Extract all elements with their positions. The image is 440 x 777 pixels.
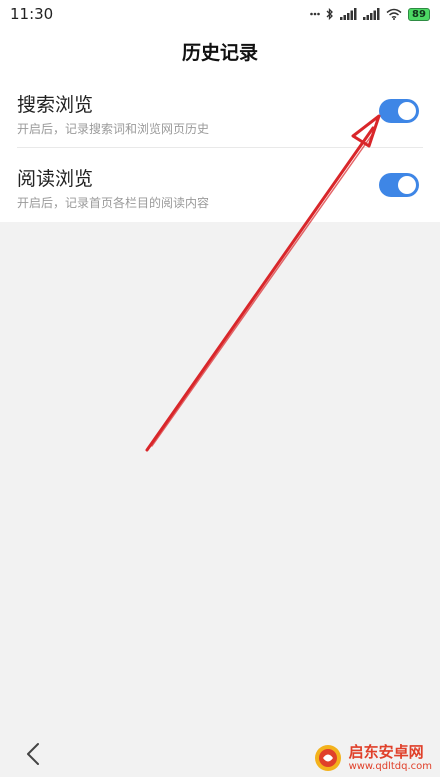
toggle-knob [398,176,416,194]
search-history-toggle[interactable] [379,99,419,123]
setting-description: 开启后，记录首页各栏目的阅读内容 [17,196,210,210]
page-title: 历史记录 [181,41,258,64]
setting-row-search-history[interactable]: 搜索浏览 开启后，记录搜索词和浏览网页历史 [0,74,440,148]
reading-history-toggle[interactable] [379,173,419,197]
toggle-knob [398,102,416,120]
setting-label: 搜索浏览 [17,94,94,116]
wifi-icon [386,8,402,20]
watermark-url: www.qdltdq.com [348,760,432,772]
setting-row-reading-history[interactable]: 阅读浏览 开启后，记录首页各栏目的阅读内容 [0,148,440,222]
chevron-left-icon [27,743,39,765]
title-bar: 历史记录 [0,28,440,74]
status-icons: 89 [310,7,430,21]
bluetooth-icon [326,7,334,21]
watermark: 启东安卓网 www.qdltdq.com [313,743,432,773]
setting-description: 开启后，记录搜索词和浏览网页历史 [17,122,210,136]
setting-label: 阅读浏览 [17,168,94,190]
status-bar: 11:30 89 [0,0,440,28]
watermark-logo-icon [314,745,341,771]
settings-list: 搜索浏览 开启后，记录搜索词和浏览网页历史 阅读浏览 开启后，记录首页各栏目的阅… [0,74,440,222]
status-time: 11:30 [10,5,54,23]
back-button[interactable] [18,739,48,769]
watermark-name: 启东安卓网 [348,742,424,761]
navigation-bar: 启东安卓网 www.qdltdq.com [0,729,440,777]
signal-icon [340,8,357,20]
signal-icon [363,8,380,20]
dots-icon [310,12,320,16]
battery-indicator: 89 [408,7,430,21]
